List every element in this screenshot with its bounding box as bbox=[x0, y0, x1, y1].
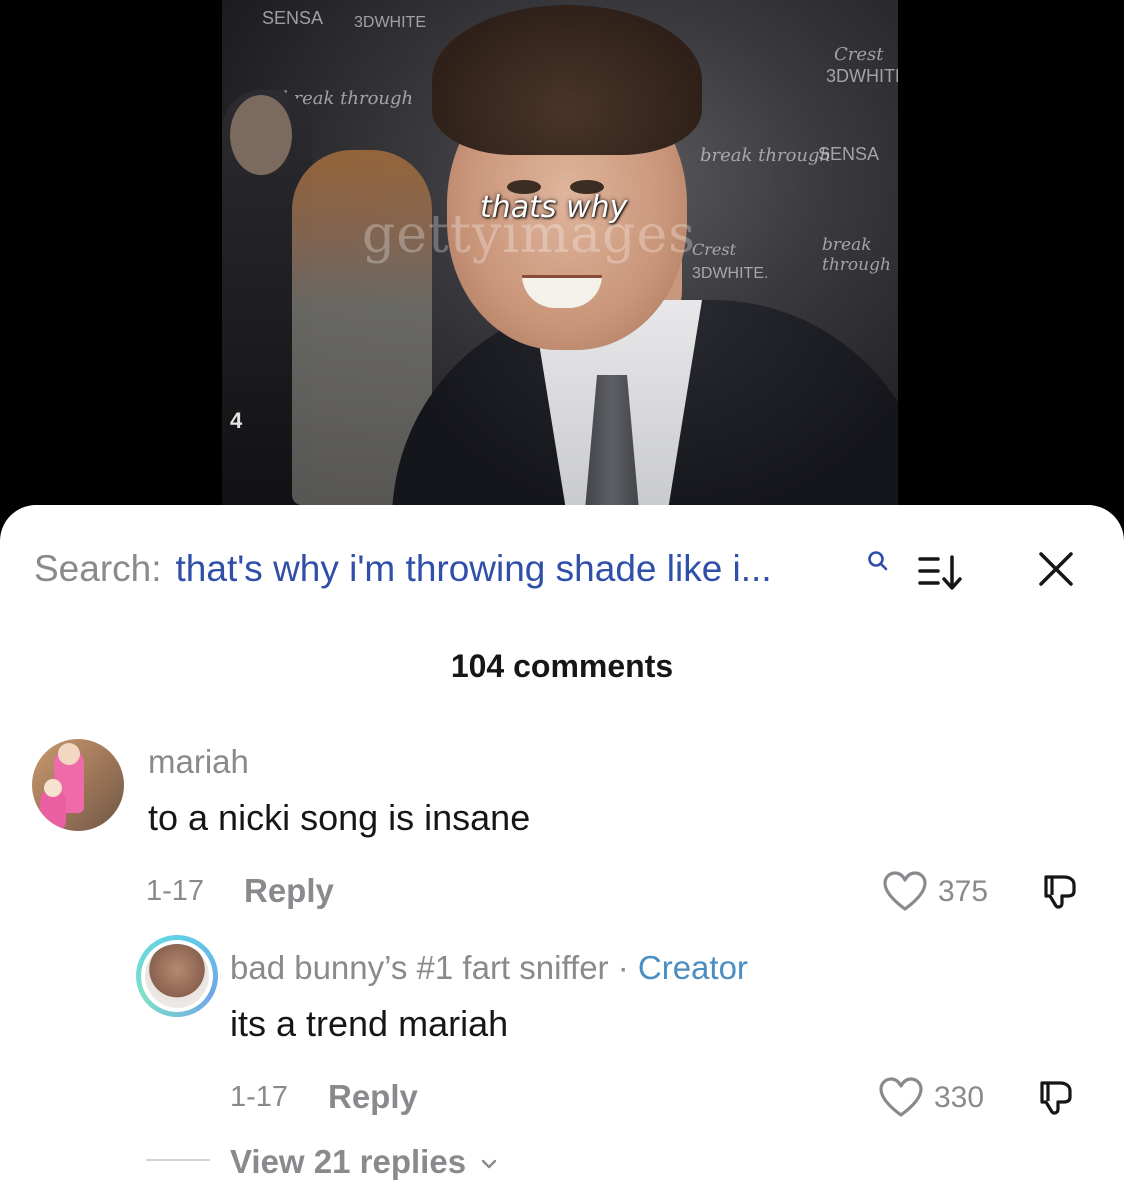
background-person-head bbox=[230, 95, 292, 175]
reply-date: 1-17 bbox=[230, 1081, 289, 1113]
comment-text: to a nicki song is insane bbox=[148, 797, 531, 838]
username-separator: · bbox=[608, 949, 638, 986]
heart-icon[interactable] bbox=[878, 1077, 924, 1119]
comment-username[interactable]: mariah bbox=[148, 743, 249, 781]
avatar-photo bbox=[145, 944, 209, 1008]
search-query-link[interactable]: that's why i'm throwing shade like i... bbox=[176, 548, 772, 590]
avatar-figure-head bbox=[58, 743, 80, 765]
video-caption: thats why bbox=[480, 190, 628, 225]
reply-button[interactable]: Reply bbox=[244, 872, 334, 910]
dislike-icon[interactable] bbox=[1040, 871, 1080, 911]
chevron-down-icon bbox=[482, 1160, 497, 1169]
sort-icon[interactable] bbox=[916, 553, 966, 593]
creator-badge: Creator bbox=[637, 949, 748, 986]
like-count: 330 bbox=[934, 1081, 985, 1114]
backdrop-logo: Crest bbox=[692, 240, 736, 259]
like-count: 375 bbox=[938, 875, 989, 908]
search-label: Search: bbox=[34, 548, 162, 589]
backdrop-logo: 3DWHITE bbox=[354, 14, 426, 31]
backdrop-logo: break through bbox=[700, 145, 832, 166]
backdrop-logo: break through bbox=[822, 235, 891, 275]
backdrop-logo: 3DWHITE. bbox=[826, 66, 898, 86]
backdrop-logo: SENSA bbox=[262, 8, 324, 28]
reply-username-line: bad bunny’s #1 fart sniffer · Creator bbox=[230, 949, 748, 987]
view-replies-button[interactable]: View 21 replies bbox=[230, 1143, 499, 1181]
close-icon[interactable] bbox=[1036, 549, 1076, 589]
reply-button[interactable]: Reply bbox=[328, 1078, 418, 1116]
dislike-icon[interactable] bbox=[1036, 1077, 1076, 1117]
comment-date: 1-17 bbox=[146, 875, 205, 907]
comments-sheet: Search: that's why i'm throwing shade li… bbox=[0, 505, 1124, 1200]
comments-count: 104 comments bbox=[450, 648, 674, 684]
reply-username[interactable]: bad bunny’s #1 fart sniffer bbox=[230, 949, 609, 986]
backdrop-logo: Crest bbox=[834, 44, 884, 65]
thread-divider bbox=[146, 1159, 210, 1161]
creator-avatar[interactable] bbox=[136, 935, 218, 1017]
heart-icon[interactable] bbox=[882, 871, 928, 913]
side-number: 4 bbox=[230, 408, 243, 433]
search-icon[interactable] bbox=[866, 549, 890, 573]
view-replies-label: View 21 replies bbox=[230, 1143, 467, 1180]
backdrop-logo: 3DWHITE. bbox=[692, 265, 769, 282]
hair bbox=[432, 5, 702, 155]
search-bar[interactable]: Search: that's why i'm throwing shade li… bbox=[34, 547, 772, 591]
avatar-figure-head bbox=[44, 779, 62, 797]
avatar[interactable] bbox=[32, 739, 124, 831]
reply-text: its a trend mariah bbox=[230, 1003, 509, 1044]
video-player[interactable]: SENSA 3DWHITE break through Crest 3DWHIT… bbox=[0, 0, 1124, 520]
video-frame: SENSA 3DWHITE break through Crest 3DWHIT… bbox=[222, 0, 898, 505]
